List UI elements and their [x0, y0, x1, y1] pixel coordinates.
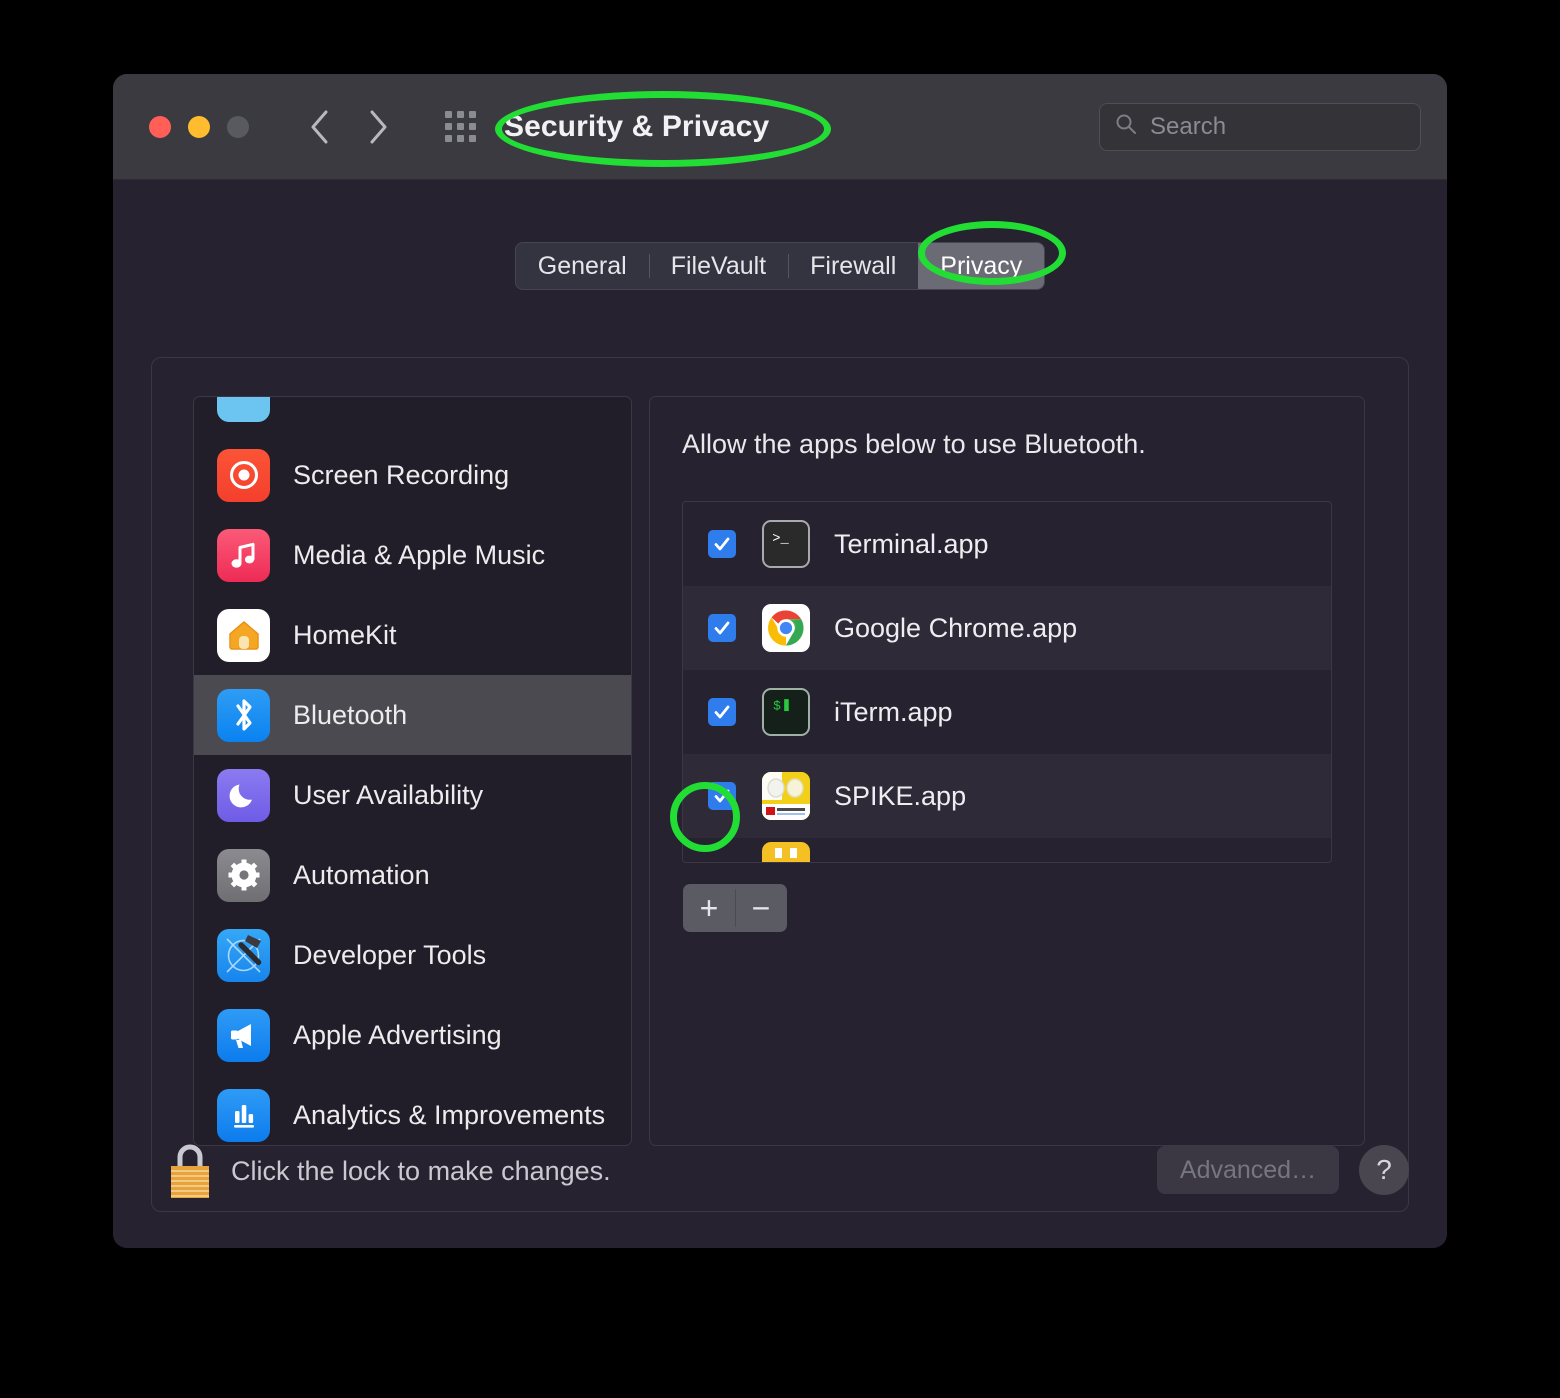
sidebar-item-developer-tools[interactable]: Developer Tools [194, 915, 631, 995]
advanced-button[interactable]: Advanced… [1157, 1146, 1339, 1194]
gear-icon [217, 848, 270, 902]
app-name: Terminal.app [834, 528, 989, 559]
bluetooth-permissions-panel: Allow the apps below to use Bluetooth. >… [649, 396, 1365, 1146]
sidebar-item-label: Apple Advertising [293, 1019, 502, 1050]
app-name: Google Chrome.app [834, 612, 1078, 643]
sidebar-item-label: Developer Tools [293, 939, 487, 970]
bluetooth-icon [217, 688, 270, 742]
chevron-left-icon[interactable] [307, 108, 333, 146]
lock-status-text: Click the lock to make changes. [231, 1156, 611, 1186]
sidebar-item-homekit[interactable]: HomeKit [194, 595, 631, 675]
sidebar-item-label: HomeKit [293, 619, 397, 650]
lock-icon[interactable] [167, 1140, 213, 1202]
xcode-hammer-icon [217, 928, 270, 982]
traffic-light-controls [149, 115, 249, 138]
partial-blue-icon [217, 397, 270, 422]
add-remove-app-controls: + − [683, 884, 787, 932]
svg-text:>_: >_ [772, 532, 789, 547]
chrome-app-icon [762, 604, 810, 652]
app-name: iTerm.app [834, 696, 953, 727]
search-placeholder: Search [1150, 112, 1227, 140]
panel-heading: Allow the apps below to use Bluetooth. [682, 429, 1146, 459]
sidebar-item-media-apple-music[interactable]: Media & Apple Music [194, 515, 631, 595]
sidebar-item-label: Screen Recording [293, 459, 510, 490]
tab-firewall[interactable]: Firewall [788, 243, 918, 289]
privacy-content-card: Screen Recording Media & Apple Music Hom… [151, 357, 1409, 1212]
yellow-app-icon [762, 842, 810, 862]
app-name: SPIKE.app [834, 780, 967, 811]
tab-bar: General FileVault Firewall Privacy [113, 242, 1447, 290]
homekit-icon [217, 608, 270, 662]
add-app-button[interactable]: + [683, 884, 735, 932]
moon-icon [217, 768, 270, 822]
window-body: General FileVault Firewall Privacy Scree… [113, 180, 1447, 1248]
page-title: Security & Privacy [504, 109, 770, 143]
sidebar-item-apple-advertising[interactable]: Apple Advertising [194, 995, 631, 1075]
preferences-footer: Click the lock to make changes. Advanced… [113, 1118, 1447, 1248]
minimize-button-icon[interactable] [188, 115, 210, 138]
help-button[interactable]: ? [1359, 1145, 1409, 1195]
app-checkbox[interactable] [708, 698, 736, 726]
remove-app-button[interactable]: − [735, 884, 787, 932]
sidebar-item-label: User Availability [293, 779, 484, 810]
media-music-icon [217, 528, 270, 582]
screenshot-root: Security & Privacy Search General FileVa… [0, 0, 1560, 1398]
close-button-icon[interactable] [149, 115, 171, 138]
search-icon [1114, 112, 1138, 141]
sidebar-item-user-availability[interactable]: User Availability [194, 755, 631, 835]
show-all-grid-icon[interactable] [445, 111, 476, 142]
app-checkbox[interactable] [708, 530, 736, 558]
allowed-apps-list[interactable]: >_ Terminal.app Google Chrome.app $ iTer… [682, 501, 1332, 863]
tab-privacy[interactable]: Privacy [918, 243, 1045, 289]
sidebar-item-partial-top[interactable] [194, 397, 631, 435]
app-row-partial[interactable] [683, 838, 1331, 862]
privacy-category-list[interactable]: Screen Recording Media & Apple Music Hom… [193, 396, 632, 1146]
tab-general[interactable]: General [516, 243, 649, 289]
sidebar-item-bluetooth[interactable]: Bluetooth [194, 675, 631, 755]
tab-filevault[interactable]: FileVault [648, 243, 788, 289]
app-row-iterm[interactable]: $ iTerm.app [683, 670, 1331, 754]
search-input[interactable]: Search [1099, 102, 1421, 151]
app-row-google-chrome[interactable]: Google Chrome.app [683, 586, 1331, 670]
sidebar-item-label: Media & Apple Music [293, 539, 546, 570]
terminal-app-icon: >_ [762, 520, 810, 568]
chevron-right-icon[interactable] [365, 108, 391, 146]
system-preferences-window: Security & Privacy Search General FileVa… [113, 74, 1447, 1248]
app-row-terminal[interactable]: >_ Terminal.app [683, 502, 1331, 586]
sidebar-item-label: Automation [293, 859, 430, 890]
svg-text:$: $ [773, 698, 781, 713]
navigation-arrows [307, 108, 391, 146]
spike-app-icon [762, 772, 810, 820]
app-row-spike[interactable]: SPIKE.app [683, 754, 1331, 838]
screen-recording-icon [217, 448, 270, 502]
iterm-app-icon: $ [762, 688, 810, 736]
sidebar-item-screen-recording[interactable]: Screen Recording [194, 435, 631, 515]
sidebar-item-label: Bluetooth [293, 699, 408, 730]
app-checkbox[interactable] [708, 782, 736, 810]
app-checkbox[interactable] [708, 614, 736, 642]
zoom-button-icon[interactable] [227, 115, 249, 138]
megaphone-icon [217, 1008, 270, 1062]
window-titlebar: Security & Privacy Search [113, 74, 1447, 180]
sidebar-item-automation[interactable]: Automation [194, 835, 631, 915]
